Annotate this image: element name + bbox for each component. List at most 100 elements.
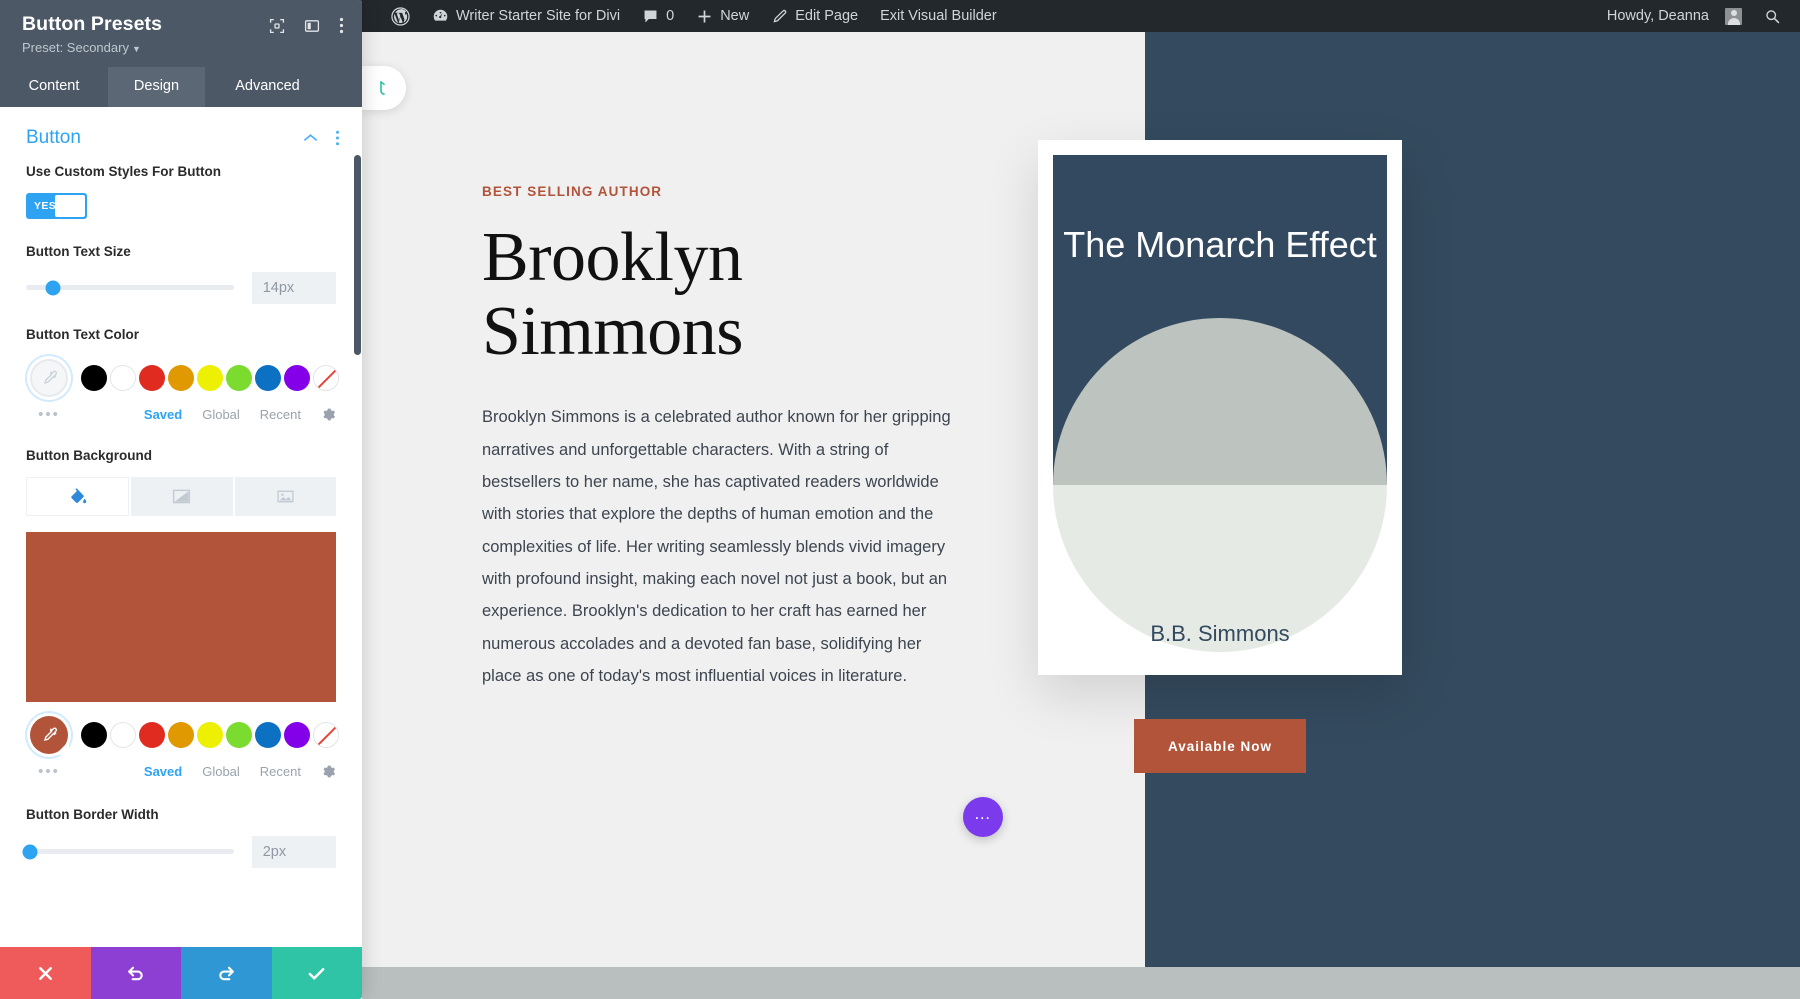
more-colors-icon[interactable]: ••• — [26, 406, 72, 423]
divi-toggle-tab[interactable] — [362, 66, 406, 110]
bg-swatch-white[interactable] — [110, 722, 136, 749]
wordpress-logo-button[interactable] — [380, 0, 421, 32]
swatch-yellow[interactable] — [197, 365, 223, 392]
account-menu[interactable]: Howdy, Deanna — [1596, 0, 1753, 32]
focus-icon[interactable] — [269, 18, 285, 34]
bg-swatch-orange[interactable] — [168, 722, 194, 749]
site-name-label: Writer Starter Site for Divi — [456, 8, 621, 24]
panel-title: Button Presets — [22, 13, 163, 35]
tab-advanced[interactable]: Advanced — [205, 67, 330, 108]
button-text-size-slider[interactable] — [26, 280, 234, 296]
plus-icon — [696, 8, 713, 25]
bg-swatch-red[interactable] — [139, 722, 165, 749]
background-color-picker-wrap — [26, 712, 72, 758]
swatch-red[interactable] — [139, 365, 165, 392]
available-now-button[interactable]: Available Now — [1134, 719, 1306, 773]
slider-knob[interactable] — [45, 280, 61, 296]
book-cover-top: The Monarch Effect — [1053, 155, 1387, 485]
button-background-label: Button Background — [26, 448, 152, 464]
checkmark-icon — [308, 967, 325, 980]
border-slider-knob[interactable] — [22, 844, 38, 860]
swatch-orange[interactable] — [168, 365, 194, 392]
undo-button[interactable] — [90, 947, 181, 999]
bg-swatch-transparent[interactable] — [313, 722, 339, 749]
comments-count: 0 — [666, 8, 675, 24]
search-icon — [1764, 8, 1781, 25]
bg-swatch-purple[interactable] — [284, 722, 310, 749]
text-color-tab-global[interactable]: Global — [202, 407, 240, 422]
text-color-tab-recent[interactable]: Recent — [260, 407, 301, 422]
field-button-text-size: Button Text Size 14px — [0, 243, 362, 304]
swatch-white[interactable] — [110, 365, 136, 392]
section-more-icon[interactable] — [335, 130, 340, 146]
bg-color-tab-saved[interactable]: Saved — [144, 764, 182, 779]
text-color-picker-wrap — [26, 355, 72, 401]
field-button-text-color: Button Text Color — [0, 326, 362, 344]
preset-selector[interactable]: Preset: Secondary ▼ — [22, 40, 344, 55]
page-settings-fab[interactable]: … — [963, 797, 1003, 837]
site-name-button[interactable]: Writer Starter Site for Divi — [421, 0, 631, 32]
edit-page-button[interactable]: Edit Page — [760, 0, 869, 32]
tab-design[interactable]: Design — [108, 67, 205, 108]
bg-swatch-blue[interactable] — [255, 722, 281, 749]
background-color-palette — [0, 712, 362, 758]
tab-content[interactable]: Content — [0, 67, 108, 108]
button-text-size-label: Button Text Size — [26, 243, 131, 259]
background-tab-gradient[interactable] — [131, 477, 233, 517]
redo-button[interactable] — [181, 947, 272, 999]
bg-color-tab-recent[interactable]: Recent — [260, 764, 301, 779]
panel-layout-icon[interactable] — [304, 18, 320, 34]
gear-icon[interactable] — [321, 407, 336, 422]
exit-visual-builder-button[interactable]: Exit Visual Builder — [869, 0, 1008, 32]
bg-swatch-green[interactable] — [226, 722, 252, 749]
background-type-tabs — [0, 477, 362, 517]
toggle-knob — [55, 194, 85, 217]
bg-more-colors-icon[interactable]: ••• — [26, 763, 72, 780]
new-content-button[interactable]: New — [685, 0, 760, 32]
swatch-green[interactable] — [226, 365, 252, 392]
toggle-value-label: YES — [34, 199, 57, 212]
text-color-picker[interactable] — [30, 359, 68, 398]
use-custom-styles-toggle[interactable]: YES — [26, 192, 87, 219]
background-tab-image[interactable] — [234, 477, 336, 517]
swatch-transparent[interactable] — [313, 365, 339, 392]
search-button[interactable] — [1753, 0, 1792, 32]
bg-swatch-black[interactable] — [81, 722, 107, 749]
cancel-button[interactable] — [0, 947, 91, 999]
button-background-color-preview[interactable] — [26, 532, 336, 703]
pencil-icon — [771, 8, 788, 25]
save-button[interactable] — [271, 947, 362, 999]
section-title: Button — [26, 127, 81, 149]
page-canvas: Best Selling Author Brooklyn Simmons Bro… — [362, 32, 1800, 999]
bg-gear-icon[interactable] — [321, 764, 336, 779]
body-paragraph: Brooklyn Simmons is a celebrated author … — [482, 408, 951, 685]
panel-more-icon[interactable] — [339, 17, 344, 34]
page-title: Brooklyn Simmons — [482, 219, 744, 371]
bg-swatch-yellow[interactable] — [197, 722, 223, 749]
bg-color-tab-global[interactable]: Global — [202, 764, 240, 779]
swatch-black[interactable] — [81, 365, 107, 392]
background-tab-color[interactable] — [26, 477, 130, 517]
button-border-width-input[interactable]: 2px — [251, 835, 336, 868]
button-text-size-input[interactable]: 14px — [251, 271, 336, 304]
chevron-up-icon[interactable] — [303, 133, 318, 143]
use-custom-styles-label: Use Custom Styles For Button — [26, 164, 222, 180]
background-color-picker[interactable] — [30, 716, 69, 756]
panel-body: Button Use Custom Styles For Button YES — [0, 107, 362, 947]
comments-button[interactable]: 0 — [631, 0, 685, 32]
petal-bottom-right — [1220, 318, 1387, 485]
button-text-color-label: Button Text Color — [26, 326, 139, 342]
swatch-blue[interactable] — [255, 365, 281, 392]
builder-bottom-bar — [362, 967, 1800, 999]
image-icon — [277, 490, 294, 503]
button-border-width-slider[interactable] — [22, 844, 234, 860]
exit-visual-builder-label: Exit Visual Builder — [880, 8, 997, 24]
section-button-header: Button — [0, 107, 362, 163]
book-title: The Monarch Effect — [1063, 224, 1377, 265]
picker-corner — [55, 741, 69, 756]
paint-bucket-icon — [71, 488, 87, 504]
swatch-purple[interactable] — [284, 365, 310, 392]
background-color-palette-meta: ••• Saved Global Recent — [0, 763, 362, 780]
text-color-tab-saved[interactable]: Saved — [144, 407, 182, 422]
chevron-down-icon: ▼ — [131, 44, 141, 54]
